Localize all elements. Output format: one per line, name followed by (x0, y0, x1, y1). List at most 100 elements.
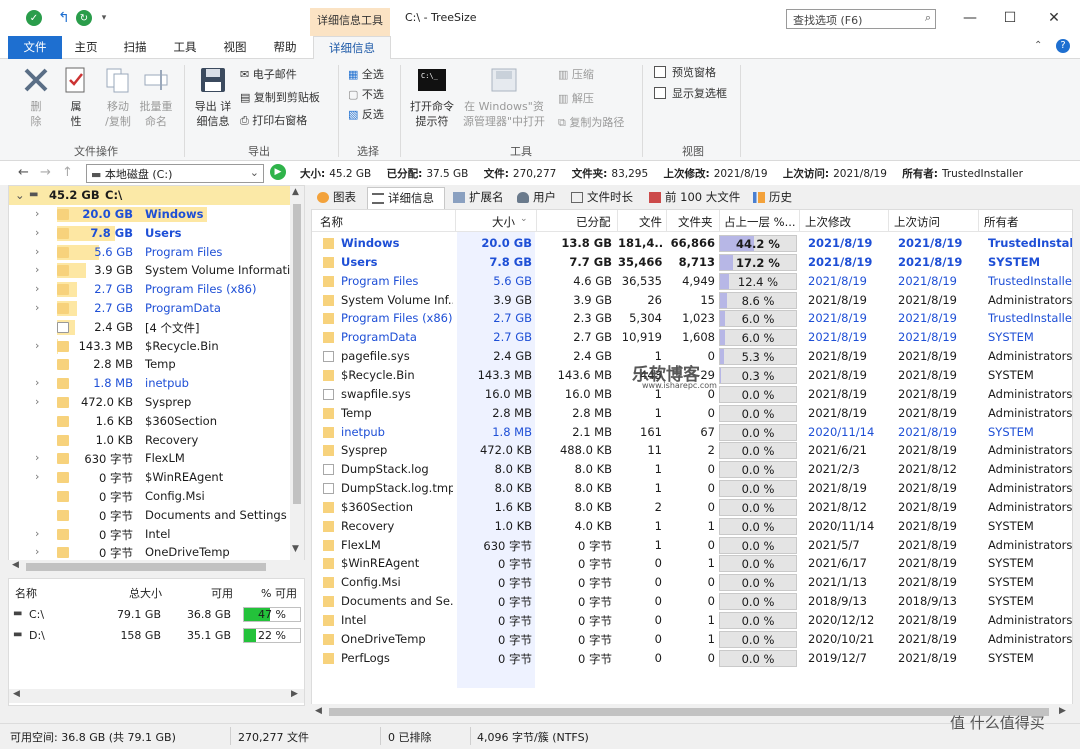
table-row[interactable]: Program Files 5.6 GB 4.6 GB 36,535 4,949 12.4… (312, 272, 1072, 291)
print-button[interactable]: ⎙ 打印右窗格 (240, 112, 307, 130)
expand-chevron-icon[interactable]: › (35, 207, 39, 220)
column-divider[interactable] (799, 210, 800, 232)
app-logo-icon[interactable]: ✓ (26, 10, 42, 26)
drives-hscroll[interactable]: ◀ ▶ (9, 689, 304, 703)
collapse-ribbon-icon[interactable]: ⌃ (1034, 40, 1042, 51)
table-row[interactable]: FlexLM 630 字节 0 字节 1 0 0.0 % 2021/5/7 2021/8/19… (312, 536, 1072, 555)
up-icon[interactable]: ↑ (62, 165, 73, 180)
back-arrow-icon[interactable]: ↰ (56, 10, 72, 26)
cmd-button[interactable]: C:\_ 打开命令 提示符 (406, 65, 458, 129)
properties-button[interactable]: 属 性 (60, 65, 92, 129)
column-divider[interactable] (455, 210, 456, 232)
col-header-size[interactable]: 大小 (492, 214, 515, 230)
tree-row[interactable]: › 2.7 GB ProgramData (9, 299, 290, 318)
decompress-button[interactable]: ▥ 解压 (558, 90, 594, 108)
email-button[interactable]: ✉ 电子邮件 (240, 66, 297, 84)
table-row[interactable]: $WinREAgent 0 字节 0 字节 0 1 0.0 % 2021/6/17 2021/… (312, 554, 1072, 573)
scroll-thumb[interactable] (329, 708, 1049, 716)
quick-access-dropdown-icon[interactable]: ▾ (96, 10, 112, 26)
drive-header-free[interactable]: 可用 (211, 585, 233, 601)
scroll-left-icon[interactable]: ◀ (13, 689, 20, 699)
drive-row[interactable]: ▬ D:\ 158 GB 35.1 GB 22 % (9, 626, 306, 646)
table-row[interactable]: $360Section 1.6 KB 8.0 KB 2 0 0.0 % 2021/8/12 2… (312, 498, 1072, 517)
table-row[interactable]: Program Files (x86) 2.7 GB 2.3 GB 5,304 1,02… (312, 309, 1072, 328)
open-explorer-button[interactable]: 在 Windows"资 源管理器"中打开 (458, 65, 550, 129)
move-copy-button[interactable]: 移动 /复制 (98, 65, 138, 129)
tree-row[interactable]: › 0 字节 $WinREAgent (9, 468, 290, 487)
tab-home[interactable]: 主页 (70, 36, 102, 59)
drive-header-pct[interactable]: % 可用 (261, 585, 297, 601)
refresh-icon[interactable]: ↻ (76, 10, 92, 26)
table-row[interactable]: Sysprep 472.0 KB 488.0 KB 11 2 0.0 % 2021/6/21… (312, 441, 1072, 460)
table-row[interactable]: DumpStack.log.tmp 8.0 KB 8.0 KB 1 0 0.0 % 2021… (312, 479, 1072, 498)
tree-row[interactable]: 0 字节 Documents and Settings (9, 506, 290, 525)
tree-row[interactable]: 1.0 KB Recovery (9, 431, 290, 450)
column-divider[interactable] (536, 210, 537, 232)
tree-row[interactable]: › 630 字节 FlexLM (9, 449, 290, 468)
scroll-thumb[interactable] (293, 204, 301, 504)
search-icon[interactable]: ⌕ (925, 11, 931, 25)
table-row[interactable]: Intel 0 字节 0 字节 0 1 0.0 % 2020/12/12 2021/8/19 A… (312, 611, 1072, 630)
table-row[interactable]: Documents and Se... 0 字节 0 字节 0 0 0.0 % 2018/9… (312, 592, 1072, 611)
drive-row[interactable]: ▬ C:\ 79.1 GB 36.8 GB 47 % (9, 605, 306, 625)
tree-row[interactable]: › 3.9 GB System Volume Informatio (9, 261, 297, 280)
view-tab-details[interactable]: 详细信息 (367, 187, 445, 209)
column-divider[interactable] (719, 210, 720, 232)
tree-row[interactable]: › 7.8 GB Users (9, 224, 290, 243)
tree-scrollbar[interactable]: ▲ ▼ (290, 186, 304, 569)
col-header-allocated[interactable]: 已分配 (576, 214, 611, 230)
scroll-down-icon[interactable]: ▼ (292, 544, 299, 554)
col-header-name[interactable]: 名称 (320, 214, 343, 230)
drive-header-total[interactable]: 总大小 (129, 585, 162, 601)
col-header-owner[interactable]: 所有者 (984, 214, 1019, 230)
export-details-button[interactable]: 导出 详 细信息 (190, 65, 236, 129)
drive-header-name[interactable]: 名称 (15, 585, 37, 601)
tab-tools[interactable]: 工具 (168, 36, 202, 59)
search-input[interactable]: 查找选项 (F6) ⌕ (786, 9, 936, 29)
col-header-files[interactable]: 文件 (639, 214, 662, 230)
table-row[interactable]: Recovery 1.0 KB 4.0 KB 1 1 0.0 % 2020/11/14 202… (312, 517, 1072, 536)
column-divider[interactable] (666, 210, 667, 232)
col-header-accessed[interactable]: 上次访问 (894, 214, 940, 230)
tab-help[interactable]: 帮助 (268, 36, 302, 59)
path-select[interactable]: ▬ 本地磁盘 (C:) ⌄ (86, 164, 264, 183)
view-tab-extensions[interactable]: 扩展名 (449, 187, 511, 209)
back-icon[interactable]: ← (18, 165, 29, 180)
view-tab-chart[interactable]: 图表 (313, 187, 369, 209)
help-icon[interactable]: ? (1056, 39, 1070, 53)
maximize-button[interactable]: ☐ (992, 6, 1028, 30)
scroll-right-icon[interactable]: ▶ (291, 689, 298, 699)
preview-pane-checkbox[interactable]: 预览窗格 (654, 64, 716, 82)
expand-chevron-icon[interactable]: › (35, 263, 39, 276)
view-tab-users[interactable]: 用户 (513, 187, 567, 209)
forward-icon[interactable]: → (40, 165, 51, 180)
expand-chevron-icon[interactable]: › (35, 226, 39, 239)
details-grid[interactable]: 名称 大小 ⌄ 已分配 文件 文件夹 占上一层 %... 上次修改 上次访问 所… (311, 209, 1073, 720)
table-row[interactable]: Config.Msi 0 字节 0 字节 0 0 0.0 % 2021/1/13 2021/8… (312, 573, 1072, 592)
tree-root-row[interactable]: ⌄ ▬ 45.2 GB C:\ (9, 186, 290, 205)
column-divider[interactable] (978, 210, 979, 232)
column-divider[interactable] (617, 210, 618, 232)
table-row[interactable]: System Volume Inf... 3.9 GB 3.9 GB 26 15 8.6 … (312, 291, 1072, 310)
folder-tree[interactable]: ⌄ ▬ 45.2 GB C:\ › 20.0 GB Windows › 7.8 GB Us… (8, 185, 305, 570)
copy-clipboard-button[interactable]: ▤ 复制到剪贴板 (240, 89, 320, 107)
chevron-down-icon[interactable]: ⌄ (250, 166, 259, 179)
view-tab-top100[interactable]: 前 100 大文件 (645, 187, 745, 209)
expand-chevron-icon[interactable]: › (35, 451, 39, 464)
tree-row[interactable]: › 1.8 MB inetpub (9, 374, 290, 393)
expand-chevron-icon[interactable]: › (35, 282, 39, 295)
tree-row[interactable]: › 143.3 MB $Recycle.Bin (9, 337, 290, 356)
view-tab-file-age[interactable]: 文件时长 (567, 187, 645, 209)
expand-chevron-icon[interactable]: › (35, 470, 39, 483)
tree-row[interactable]: › 20.0 GB Windows (9, 205, 290, 224)
expand-chevron-icon[interactable]: › (35, 301, 39, 314)
scroll-up-icon[interactable]: ▲ (292, 187, 299, 197)
table-row[interactable]: Temp 2.8 MB 2.8 MB 1 0 0.0 % 2021/8/19 2021/8/1… (312, 404, 1072, 423)
col-header-percent[interactable]: 占上一层 %... (724, 214, 796, 230)
table-row[interactable]: PerfLogs 0 字节 0 字节 0 0 0.0 % 2019/12/7 2021/8/1… (312, 649, 1072, 668)
copy-path-button[interactable]: ⧉ 复制为路径 (558, 114, 624, 132)
delete-button[interactable]: 删 除 (20, 65, 52, 129)
tree-row[interactable]: › 472.0 KB Sysprep (9, 393, 290, 412)
col-header-folders[interactable]: 文件夹 (678, 214, 713, 230)
table-row[interactable]: Users 7.8 GB 7.7 GB 35,466 8,713 17.2 % 2021/8… (312, 253, 1072, 272)
